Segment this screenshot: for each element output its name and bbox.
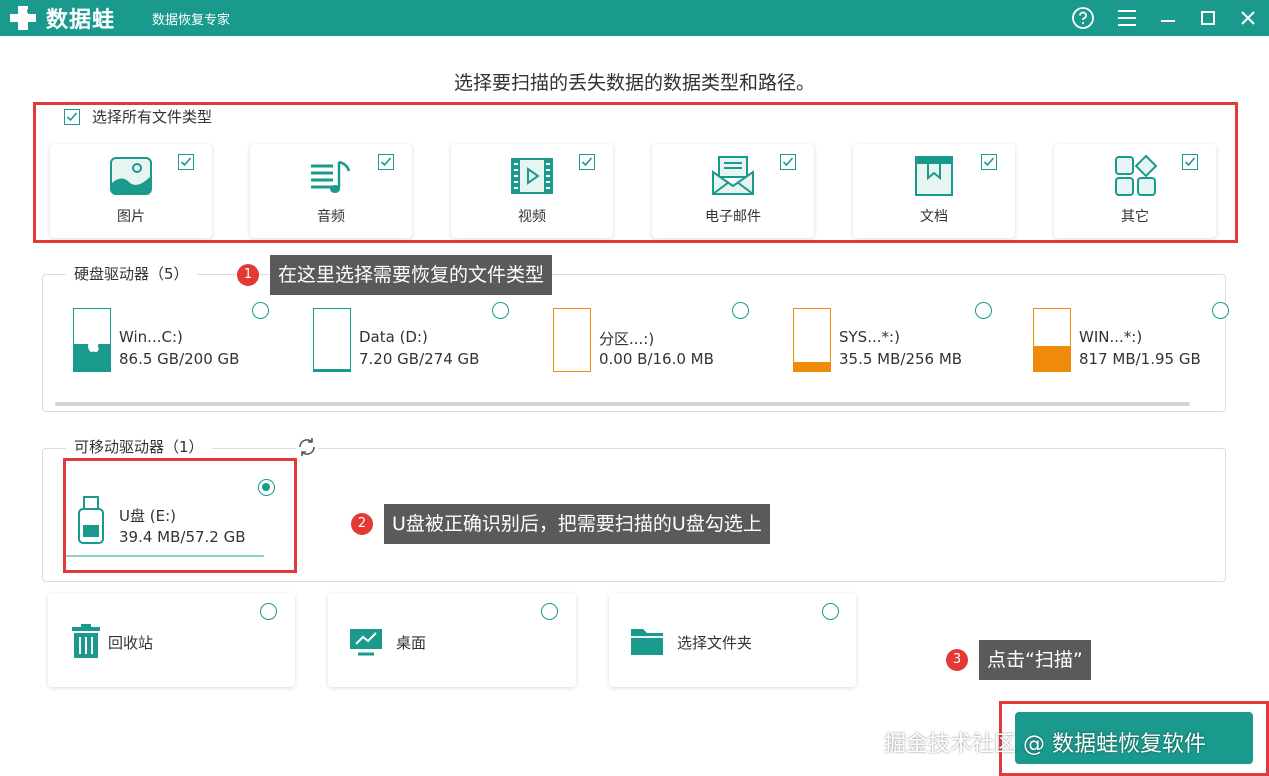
drive-size: 86.5 GB/200 GB bbox=[119, 350, 240, 368]
logo-icon bbox=[10, 6, 36, 30]
drive-size: 7.20 GB/274 GB bbox=[359, 350, 480, 368]
watermark: 掘金技术社区 @ 数据蛙恢复软件 bbox=[884, 732, 1206, 757]
drive-name: SYS...*:) bbox=[839, 328, 900, 346]
usb-name: U盘 (E:) bbox=[119, 507, 176, 525]
folder-icon bbox=[631, 629, 663, 655]
close-icon[interactable] bbox=[1234, 4, 1262, 32]
type-card-email[interactable]: 电子邮件 bbox=[652, 144, 814, 238]
app-logo: 数据蛙 bbox=[46, 8, 116, 33]
drive-size: 35.5 MB/256 MB bbox=[839, 350, 963, 368]
location-label: 桌面 bbox=[396, 634, 427, 652]
callout-text: U盘被正确识别后，把需要扫描的U盘勾选上 bbox=[384, 504, 770, 544]
drive-sys-radio[interactable] bbox=[975, 302, 992, 319]
usb-radio[interactable] bbox=[258, 479, 275, 496]
recycle-bin-icon bbox=[72, 624, 100, 658]
drives-scrollbar[interactable] bbox=[55, 402, 1190, 406]
type-checkbox-image[interactable] bbox=[178, 154, 194, 170]
location-radio[interactable] bbox=[822, 603, 839, 620]
drive-usage-bar bbox=[553, 308, 591, 372]
app-subtitle: 数据恢复专家 bbox=[152, 13, 231, 28]
select-all-label: 选择所有文件类型 bbox=[92, 108, 213, 126]
drive-d-radio[interactable] bbox=[492, 302, 509, 319]
type-label-audio: 音频 bbox=[317, 209, 345, 225]
type-checkbox-document[interactable] bbox=[981, 154, 997, 170]
drive-name: Win...C:) bbox=[119, 328, 183, 346]
location-recycle-bin[interactable]: 回收站 bbox=[48, 593, 295, 687]
image-icon bbox=[110, 157, 152, 195]
callout-number: 1 bbox=[237, 264, 259, 286]
usb-usage-line bbox=[66, 555, 264, 557]
drive-usage-bar bbox=[793, 308, 831, 372]
drive-size: 0.00 B/16.0 MB bbox=[599, 350, 714, 368]
location-desktop[interactable]: 桌面 bbox=[328, 593, 576, 687]
drive-win-radio[interactable] bbox=[1212, 302, 1229, 319]
refresh-icon[interactable] bbox=[296, 436, 318, 458]
callout-number: 3 bbox=[946, 649, 968, 671]
type-checkbox-other[interactable] bbox=[1182, 154, 1198, 170]
type-label-email: 电子邮件 bbox=[705, 209, 761, 225]
title-bar: 数据蛙 数据恢复专家 bbox=[0, 0, 1269, 36]
type-card-video[interactable]: 视频 bbox=[451, 144, 613, 238]
drive-size: 817 MB/1.95 GB bbox=[1079, 350, 1201, 368]
windows-logo-icon bbox=[88, 339, 99, 353]
type-checkbox-video[interactable] bbox=[579, 154, 595, 170]
drive-usage-bar bbox=[313, 308, 351, 372]
location-label: 回收站 bbox=[108, 634, 154, 652]
hard-drives-label: 硬盘驱动器（5） bbox=[66, 263, 197, 284]
drive-partition-radio[interactable] bbox=[732, 302, 749, 319]
drive-name: WIN...*:) bbox=[1079, 328, 1143, 346]
select-all-types[interactable]: 选择所有文件类型 bbox=[64, 106, 212, 127]
type-card-image[interactable]: 图片 bbox=[50, 144, 212, 238]
type-checkbox-audio[interactable] bbox=[378, 154, 394, 170]
type-card-audio[interactable]: 音频 bbox=[250, 144, 412, 238]
type-card-document[interactable]: 文档 bbox=[853, 144, 1015, 238]
type-label-image: 图片 bbox=[117, 209, 145, 225]
type-card-other[interactable]: 其它 bbox=[1054, 144, 1216, 238]
location-label: 选择文件夹 bbox=[677, 634, 753, 652]
drive-name: Data (D:) bbox=[359, 328, 428, 346]
page-heading: 选择要扫描的丢失数据的数据类型和路径。 bbox=[453, 72, 815, 94]
document-icon bbox=[915, 156, 953, 196]
location-radio[interactable] bbox=[541, 603, 558, 620]
maximize-icon[interactable] bbox=[1194, 4, 1222, 32]
callout-text: 在这里选择需要恢复的文件类型 bbox=[270, 255, 553, 295]
menu-icon[interactable] bbox=[1113, 4, 1141, 32]
location-radio[interactable] bbox=[260, 603, 277, 620]
type-label-video: 视频 bbox=[518, 209, 546, 225]
other-icon bbox=[1115, 154, 1158, 196]
drive-usage-bar bbox=[1033, 308, 1071, 372]
help-icon[interactable] bbox=[1069, 4, 1097, 32]
drive-name: 分区...:) bbox=[599, 330, 655, 348]
removable-drives-label: 可移动驱动器（1） bbox=[66, 436, 212, 457]
desktop-icon bbox=[350, 629, 382, 656]
email-icon bbox=[712, 156, 754, 195]
callout-number: 2 bbox=[351, 513, 373, 535]
usb-icon bbox=[78, 496, 104, 544]
callout-text: 点击“扫描” bbox=[979, 640, 1091, 680]
select-all-checkbox[interactable] bbox=[64, 108, 80, 125]
usb-size: 39.4 MB/57.2 GB bbox=[119, 528, 246, 546]
minimize-icon[interactable] bbox=[1154, 4, 1182, 32]
drive-usage-bar bbox=[73, 308, 111, 372]
audio-icon bbox=[311, 160, 351, 193]
location-select-folder[interactable]: 选择文件夹 bbox=[609, 593, 856, 687]
video-icon bbox=[511, 158, 553, 194]
type-checkbox-email[interactable] bbox=[780, 154, 796, 170]
drive-c-radio[interactable] bbox=[252, 302, 269, 319]
type-label-other: 其它 bbox=[1121, 209, 1149, 225]
type-label-document: 文档 bbox=[920, 209, 948, 225]
